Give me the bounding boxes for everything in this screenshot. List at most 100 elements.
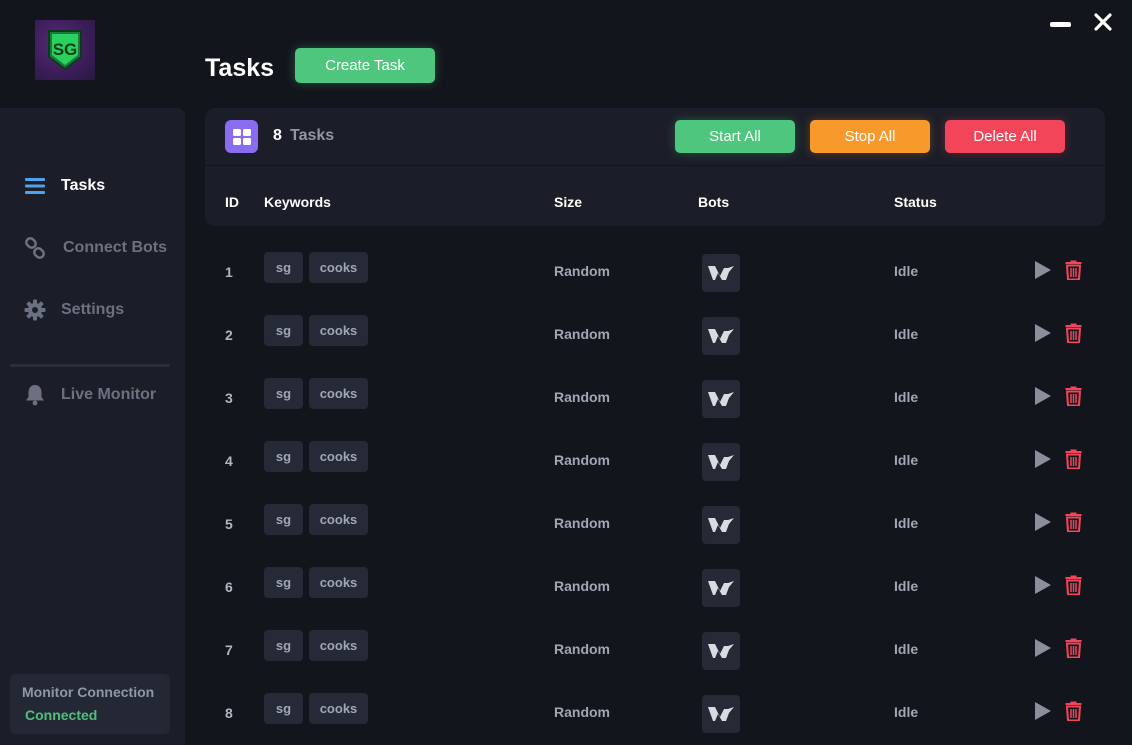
app-window: SG Tasks Connect Bots Settings Live Moni… (0, 0, 1132, 745)
sidebar-item-label: Settings (61, 301, 125, 318)
close-icon[interactable] (1093, 12, 1113, 32)
bot-logo-icon (702, 443, 740, 481)
task-status: Idle (894, 578, 919, 594)
task-size: Random (554, 578, 610, 594)
task-size: Random (554, 704, 610, 720)
task-size: Random (554, 326, 610, 342)
task-id: 3 (225, 390, 233, 406)
keyword-chip: cooks (309, 567, 368, 598)
bot-logo-icon (702, 506, 740, 544)
sg-shield-logo: SG (48, 30, 82, 71)
minimize-icon[interactable] (1050, 22, 1071, 27)
task-id: 5 (225, 516, 233, 532)
bot-logo-icon (702, 695, 740, 733)
trash-icon[interactable] (1065, 260, 1082, 280)
delete-all-button[interactable]: Delete All (945, 120, 1065, 153)
task-status: Idle (894, 263, 919, 279)
bell-icon (24, 384, 46, 406)
list-icon (24, 175, 46, 197)
stop-all-button[interactable]: Stop All (810, 120, 930, 153)
task-id: 7 (225, 642, 233, 658)
task-count: 8 (273, 127, 282, 144)
keyword-chip: sg (264, 252, 303, 283)
tasks-panel: 8 Tasks Start All Stop All Delete All ID… (205, 108, 1105, 226)
play-icon[interactable] (1034, 575, 1052, 595)
task-status: Idle (894, 641, 919, 657)
keyword-chip: sg (264, 567, 303, 598)
column-header-size: Size (554, 194, 583, 210)
table-row: 3 sg cooks Random Idle (205, 358, 1105, 421)
keyword-chip: cooks (309, 630, 368, 661)
sidebar-item-live-monitor[interactable]: Live Monitor (0, 375, 185, 415)
keyword-chip: sg (264, 693, 303, 724)
keyword-chip: cooks (309, 441, 368, 472)
task-status: Idle (894, 389, 919, 405)
app-logo: SG (35, 20, 95, 80)
page-title: Tasks (205, 54, 275, 82)
task-id: 1 (225, 264, 233, 280)
sidebar: Tasks Connect Bots Settings Live Monitor… (0, 108, 185, 745)
sidebar-item-settings[interactable]: Settings (0, 290, 185, 330)
trash-icon[interactable] (1065, 386, 1082, 406)
task-size: Random (554, 452, 610, 468)
play-icon[interactable] (1034, 512, 1052, 532)
trash-icon[interactable] (1065, 575, 1082, 595)
task-status: Idle (894, 326, 919, 342)
sidebar-item-label: Tasks (61, 177, 106, 194)
table-row: 4 sg cooks Random Idle (205, 421, 1105, 484)
task-size: Random (554, 263, 610, 279)
bot-logo-icon (702, 317, 740, 355)
task-size: Random (554, 641, 610, 657)
play-icon[interactable] (1034, 323, 1052, 343)
sidebar-item-tasks[interactable]: Tasks (0, 166, 185, 206)
keyword-chip: sg (264, 630, 303, 661)
monitor-connection-status: Connected (25, 707, 98, 723)
play-icon[interactable] (1034, 386, 1052, 406)
play-icon[interactable] (1034, 701, 1052, 721)
task-id: 2 (225, 327, 233, 343)
column-header-bots: Bots (698, 194, 730, 210)
create-task-button[interactable]: Create Task (295, 48, 435, 83)
monitor-connection-title: Monitor Connection (22, 684, 155, 700)
grid-icon (225, 120, 258, 153)
column-header-keywords: Keywords (264, 194, 331, 210)
play-icon[interactable] (1034, 260, 1052, 280)
task-id: 4 (225, 453, 233, 469)
sidebar-item-label: Connect Bots (63, 239, 167, 256)
column-header-status: Status (894, 194, 937, 210)
sidebar-divider (10, 364, 170, 367)
task-id: 6 (225, 579, 233, 595)
table-row: 2 sg cooks Random Idle (205, 295, 1105, 358)
table-row: 6 sg cooks Random Idle (205, 547, 1105, 610)
play-icon[interactable] (1034, 638, 1052, 658)
keyword-chip: sg (264, 504, 303, 535)
keyword-chip: cooks (309, 252, 368, 283)
bot-logo-icon (702, 380, 740, 418)
task-count-label: Tasks (290, 127, 335, 144)
bot-logo-icon (702, 569, 740, 607)
trash-icon[interactable] (1065, 701, 1082, 721)
keyword-chip: sg (264, 378, 303, 409)
trash-icon[interactable] (1065, 449, 1082, 469)
play-icon[interactable] (1034, 449, 1052, 469)
task-id: 8 (225, 705, 233, 721)
keyword-chip: cooks (309, 693, 368, 724)
keyword-chip: sg (264, 441, 303, 472)
start-all-button[interactable]: Start All (675, 120, 795, 153)
monitor-connection-card: Monitor Connection Connected (10, 674, 170, 734)
trash-icon[interactable] (1065, 323, 1082, 343)
keyword-chip: cooks (309, 504, 368, 535)
task-status: Idle (894, 704, 919, 720)
trash-icon[interactable] (1065, 638, 1082, 658)
trash-icon[interactable] (1065, 512, 1082, 532)
column-header-id: ID (225, 194, 239, 210)
task-status: Idle (894, 452, 919, 468)
table-row: 8 sg cooks Random Idle (205, 673, 1105, 736)
bot-logo-icon (702, 254, 740, 292)
table-row: 5 sg cooks Random Idle (205, 484, 1105, 547)
link-icon (24, 237, 46, 259)
task-status: Idle (894, 515, 919, 531)
table-row: 7 sg cooks Random Idle (205, 610, 1105, 673)
table-row: 1 sg cooks Random Idle (205, 232, 1105, 295)
sidebar-item-connect-bots[interactable]: Connect Bots (0, 228, 185, 268)
